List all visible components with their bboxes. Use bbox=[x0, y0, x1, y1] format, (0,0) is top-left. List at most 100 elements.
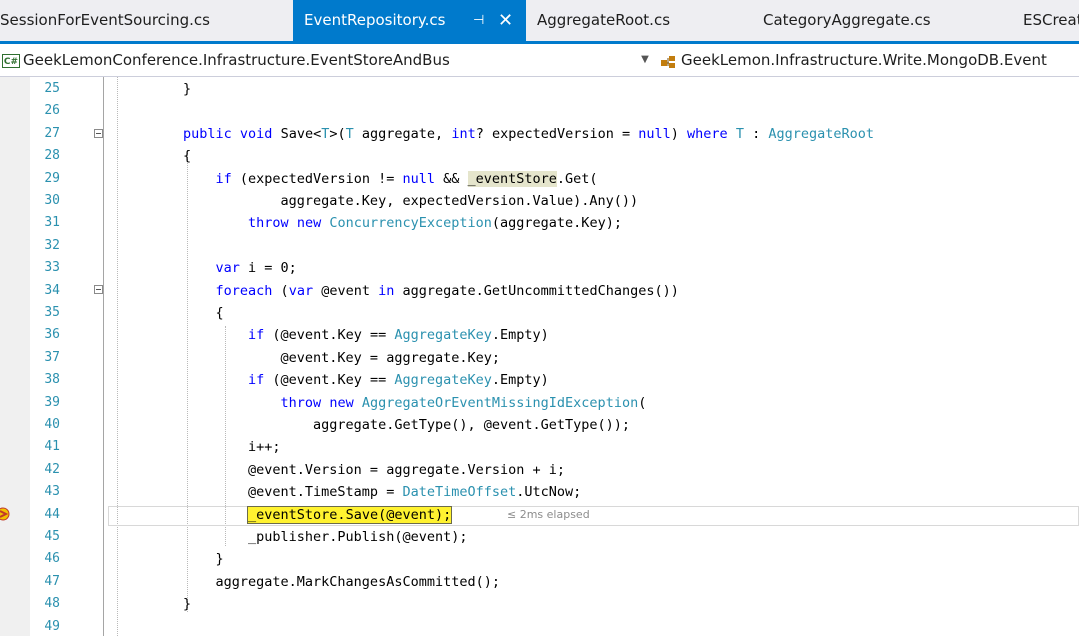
highlighted-token: _eventStore.Save(@event); bbox=[247, 505, 453, 524]
line-number: 36 bbox=[44, 327, 60, 343]
keyword-token: if bbox=[215, 170, 232, 187]
keyword-token: public bbox=[183, 125, 232, 142]
code-line[interactable]: 48} bbox=[0, 593, 1079, 615]
code-token: (aggregate.Key); bbox=[491, 215, 622, 232]
type-token: AggregateKey bbox=[394, 372, 492, 389]
line-number: 38 bbox=[44, 372, 60, 388]
tab-escreat[interactable]: ESCreat bbox=[1023, 0, 1079, 41]
tab-aggregateroot[interactable]: AggregateRoot.cs bbox=[537, 0, 757, 41]
line-number: 40 bbox=[44, 417, 60, 432]
class-dropdown[interactable]: GeekLemon.Infrastructure.Write.MongoDB.E… bbox=[660, 48, 1079, 72]
code-token: (expectedVersion != bbox=[231, 170, 403, 187]
line-number: 25 bbox=[44, 81, 60, 96]
line-number: 47 bbox=[44, 573, 60, 589]
close-icon[interactable]: ✕ bbox=[498, 0, 513, 41]
code-line[interactable]: 42 @event.Version = aggregate.Version + … bbox=[0, 459, 1079, 481]
code-text[interactable]: public void Save<T>(T aggregate, int? ex… bbox=[183, 123, 874, 145]
line-number: 45 bbox=[44, 529, 60, 544]
code-line[interactable]: 28 { bbox=[0, 145, 1079, 167]
code-token: aggregate.GetUncommittedChanges()) bbox=[394, 282, 679, 299]
code-line[interactable]: 41 i++; bbox=[0, 436, 1079, 458]
code-token: .UtcNow; bbox=[516, 484, 582, 501]
code-line[interactable]: 49 bbox=[0, 616, 1079, 638]
code-line[interactable]: 33 var i = 0; bbox=[0, 257, 1079, 279]
code-token: Save< bbox=[272, 125, 322, 142]
code-text[interactable]: @event.Key = aggregate.Key; bbox=[183, 347, 500, 369]
code-text[interactable]: aggregate.MarkChangesAsCommitted(); bbox=[183, 571, 500, 593]
code-token: i++; bbox=[183, 439, 281, 456]
code-line[interactable]: 45 _publisher.Publish(@event); bbox=[0, 526, 1079, 548]
code-text[interactable]: @event.Version = aggregate.Version + i; bbox=[183, 459, 565, 481]
code-line[interactable]: 40 aggregate.GetType(), @event.GetType()… bbox=[0, 414, 1079, 436]
code-line[interactable]: 46 } bbox=[0, 548, 1079, 570]
pin-icon[interactable]: ⊣ bbox=[473, 0, 484, 41]
code-token: .Get( bbox=[556, 170, 598, 187]
perf-tip-elapsed[interactable]: ≤ 2ms elapsed bbox=[507, 504, 590, 526]
code-line[interactable]: 43 @event.TimeStamp = DateTimeOffset.Utc… bbox=[0, 481, 1079, 503]
line-number: 28 bbox=[44, 148, 60, 164]
code-line[interactable]: 38 if (@event.Key == AggregateKey.Empty) bbox=[0, 369, 1079, 391]
type-token: AggregateRoot bbox=[768, 125, 875, 142]
line-number: 42 bbox=[44, 461, 60, 477]
code-line[interactable]: 35 { bbox=[0, 302, 1079, 324]
tab-eventrepository[interactable]: EventRepository.cs ⊣ ✕ bbox=[293, 0, 526, 41]
code-text[interactable]: _eventStore.Save(@event); bbox=[183, 504, 453, 526]
code-text[interactable]: var i = 0; bbox=[183, 257, 297, 279]
code-line[interactable]: 44 _eventStore.Save(@event); ≤ 2ms elapse… bbox=[0, 504, 1079, 526]
code-token: } bbox=[183, 81, 192, 97]
code-text[interactable]: } bbox=[183, 593, 191, 615]
code-text[interactable]: if (expectedVersion != null && _eventSto… bbox=[183, 168, 598, 190]
keyword-token: throw bbox=[280, 394, 322, 411]
code-text[interactable]: throw new AggregateOrEventMissingIdExcep… bbox=[183, 392, 647, 414]
line-number: 32 bbox=[44, 237, 60, 253]
code-line[interactable]: 27 public void Save<T>(T aggregate, int? … bbox=[0, 123, 1079, 145]
code-line[interactable]: 39 throw new AggregateOrEventMissingIdEx… bbox=[0, 392, 1079, 414]
code-line[interactable]: 47 aggregate.MarkChangesAsCommitted(); bbox=[0, 571, 1079, 593]
code-line[interactable]: 31 throw new ConcurrencyException(aggreg… bbox=[0, 212, 1079, 234]
code-text[interactable]: foreach (var @event in aggregate.GetUnco… bbox=[183, 280, 679, 302]
code-text[interactable]: { bbox=[183, 302, 224, 324]
code-line[interactable]: 30 aggregate.Key, expectedVersion.Value)… bbox=[0, 190, 1079, 212]
code-text[interactable]: @event.TimeStamp = DateTimeOffset.UtcNow… bbox=[183, 481, 581, 503]
code-text[interactable]: if (@event.Key == AggregateKey.Empty) bbox=[183, 369, 549, 391]
code-token: } bbox=[183, 596, 192, 613]
code-line[interactable]: 37 @event.Key = aggregate.Key; bbox=[0, 347, 1079, 369]
code-text[interactable]: if (@event.Key == AggregateKey.Empty) bbox=[183, 324, 549, 346]
code-text[interactable]: { bbox=[183, 145, 191, 167]
code-text[interactable]: } bbox=[183, 78, 191, 100]
type-token: T bbox=[345, 125, 354, 142]
code-token: : bbox=[743, 125, 769, 142]
code-line[interactable]: 36 if (@event.Key == AggregateKey.Empty) bbox=[0, 324, 1079, 346]
code-line[interactable]: 34 foreach (var @event in aggregate.GetU… bbox=[0, 280, 1079, 302]
namespace-dropdown[interactable]: C# GeekLemonConference.Infrastructure.Eve… bbox=[2, 48, 638, 72]
keyword-token: int bbox=[451, 125, 476, 142]
code-line[interactable]: 32 bbox=[0, 235, 1079, 257]
code-token: aggregate, bbox=[353, 125, 452, 142]
code-text[interactable]: aggregate.Key, expectedVersion.Value).An… bbox=[183, 190, 639, 212]
code-text[interactable]: _publisher.Publish(@event); bbox=[183, 526, 467, 548]
code-token: ) bbox=[670, 125, 688, 142]
code-editor[interactable]: 25} 26 27 public void Save<T>(T aggregate, … bbox=[0, 77, 1079, 636]
code-token: i = 0; bbox=[239, 260, 297, 277]
tab-sessionforeventsourcing[interactable]: SessionForEventSourcing.cs bbox=[0, 0, 292, 41]
tab-categoryaggregate[interactable]: CategoryAggregate.cs bbox=[763, 0, 993, 41]
code-line[interactable]: 25} bbox=[0, 78, 1079, 100]
code-text[interactable]: i++; bbox=[183, 436, 281, 458]
line-number: 46 bbox=[44, 551, 60, 567]
code-text[interactable]: } bbox=[183, 548, 224, 570]
code-token: { bbox=[183, 148, 192, 165]
code-token: @event.TimeStamp = bbox=[183, 484, 403, 501]
code-line[interactable]: 26 bbox=[0, 100, 1079, 122]
code-text[interactable]: throw new ConcurrencyException(aggregate… bbox=[183, 212, 622, 234]
code-token: @event.Version = aggregate.Version + i; bbox=[183, 461, 566, 478]
code-text[interactable]: aggregate.GetType(), @event.GetType()); bbox=[183, 414, 630, 436]
code-line[interactable]: 29 if (expectedVersion != null && _event… bbox=[0, 168, 1079, 190]
code-token: >( bbox=[329, 125, 346, 142]
namespace-label: GeekLemonConference.Infrastructure.Event… bbox=[23, 51, 450, 69]
chevron-down-icon[interactable]: ▼ bbox=[638, 48, 652, 72]
